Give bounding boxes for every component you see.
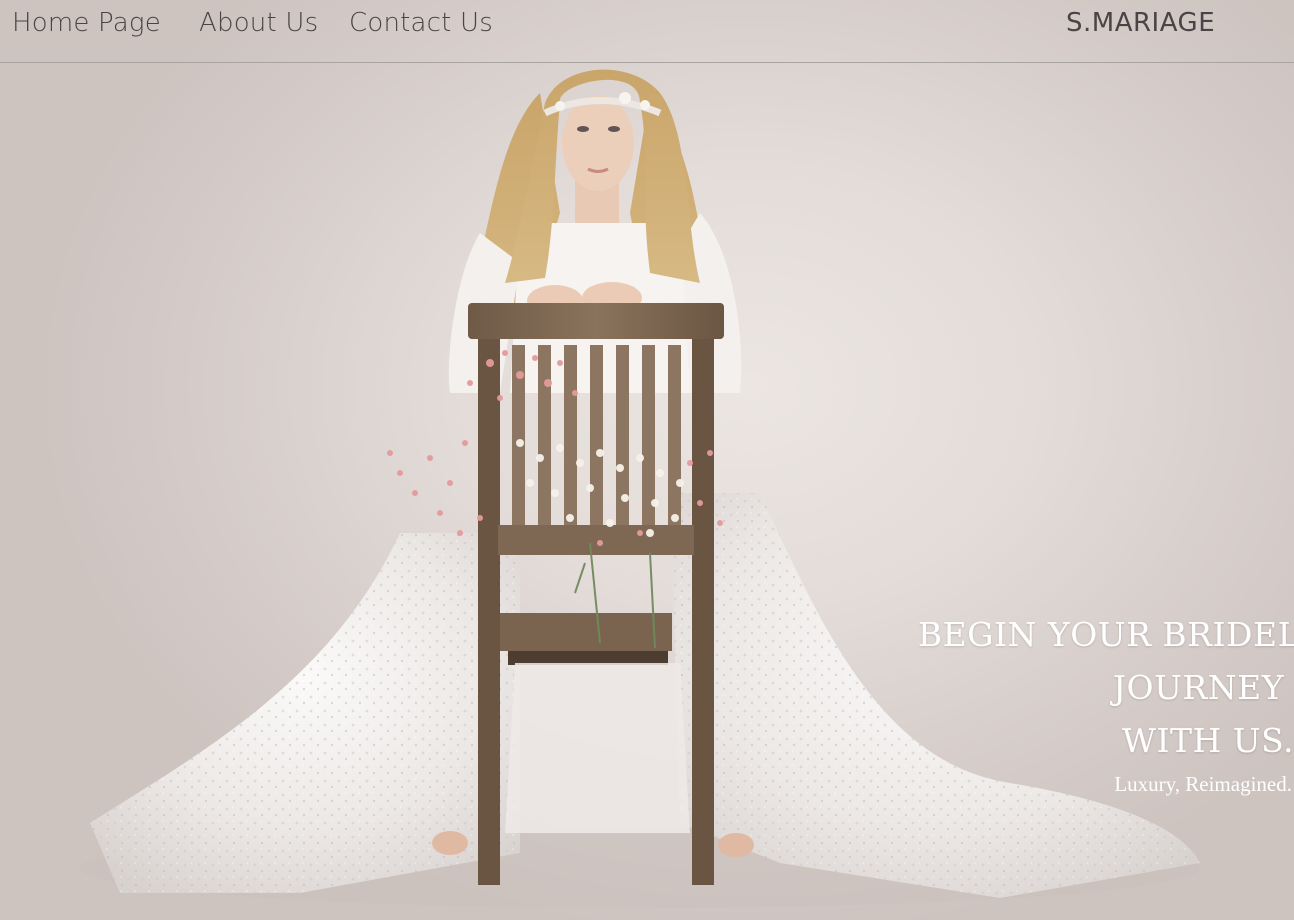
hero-image-bride-on-chair [80,69,1200,908]
hero-headline-line-2: JOURNEY [1112,668,1284,707]
hero-tagline: Luxury, Reimagined. [1114,772,1292,796]
hero-headline-line-3: WITH US. [1122,721,1294,760]
nav-link-contact[interactable]: Contact Us [349,8,493,38]
top-navigation-bar: Home Page About Us Contact Us S.MARIAGE [0,0,1294,63]
nav-link-about[interactable]: About Us [199,8,318,38]
hero-section: Home Page About Us Contact Us S.MARIAGE … [0,0,1294,920]
hero-headline: BEGIN YOUR BRIDEL JOURNEY WITH US. [914,608,1294,767]
hero-headline-line-1: BEGIN YOUR BRIDEL [917,615,1294,654]
brand-logo-text[interactable]: S.MARIAGE [1066,8,1215,38]
nav-link-home[interactable]: Home Page [12,8,161,38]
